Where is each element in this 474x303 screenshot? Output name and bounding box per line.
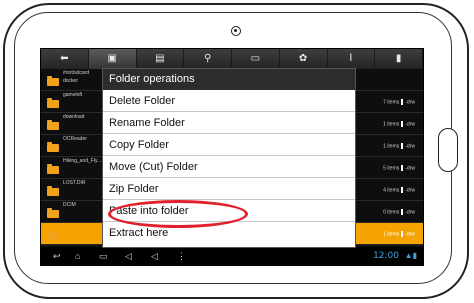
tool-icon: Ⅰ xyxy=(349,53,353,64)
image-icon: ▭ xyxy=(250,53,261,64)
item-count: 1 items xyxy=(383,143,400,150)
usb-icon: ⚲ xyxy=(203,53,212,64)
folder-icon xyxy=(47,186,59,196)
folder-icon xyxy=(47,142,59,152)
volume-up-icon[interactable]: ◁ xyxy=(151,250,158,262)
permissions: -drw xyxy=(405,99,415,106)
recent-apps-icon[interactable]: ▭ xyxy=(99,250,108,262)
folder-name: download xyxy=(63,114,85,120)
permissions: -drw xyxy=(405,231,415,238)
menu-icon[interactable]: ⋮ xyxy=(177,250,186,262)
folder-meta: 1 items -drw xyxy=(383,121,415,127)
back-arrow-icon: ⬅ xyxy=(60,53,69,64)
system-status-bar: ↩ ⌂ ▭ ◁ ◁ ⋮ 12:00 ▲▮ xyxy=(41,247,423,265)
folder-icon xyxy=(47,164,59,174)
permissions: -drw xyxy=(405,143,415,150)
folder-icon xyxy=(47,120,59,130)
folder-name: Hiking_and_Fly... xyxy=(63,158,102,164)
item-count: 5 items xyxy=(383,165,400,172)
permissions: -drw xyxy=(405,121,415,128)
path-label: /mnt/sdcard xyxy=(63,70,90,76)
item-count: 4 items xyxy=(383,187,400,194)
camera-icon xyxy=(231,26,241,36)
document-icon: ▤ xyxy=(155,53,165,64)
images-button[interactable]: ▭ xyxy=(232,49,280,69)
copy-folder-option[interactable]: Copy Folder xyxy=(103,134,355,156)
folder-name: gameloft xyxy=(63,92,83,98)
zip-folder-option[interactable]: Zip Folder xyxy=(103,178,355,200)
item-count: 1 items xyxy=(383,121,400,128)
item-count: 1 items xyxy=(383,231,400,238)
highlight-circle xyxy=(108,200,248,228)
folder-name: LOST.DIR xyxy=(63,180,86,186)
tools-button[interactable]: Ⅰ xyxy=(327,49,376,69)
volume-down-icon[interactable]: ◁ xyxy=(125,250,132,262)
hardware-home-button[interactable] xyxy=(438,128,458,172)
folder-meta: 1 items -drw xyxy=(383,231,415,237)
permissions: -drw xyxy=(405,165,415,172)
folder-meta: 7 items -drw xyxy=(383,99,415,105)
videos-button[interactable]: ✿ xyxy=(279,49,328,69)
folder-meta: 0 items -drw xyxy=(383,209,415,215)
sd-card-icon: ▣ xyxy=(107,53,117,64)
clipboard-icon: ▮ xyxy=(395,53,402,64)
back-button[interactable]: ⬅ xyxy=(41,49,89,69)
move-folder-option[interactable]: Move (Cut) Folder xyxy=(103,156,355,178)
folder-icon xyxy=(47,208,59,218)
film-reel-icon: ✿ xyxy=(298,53,308,64)
folder-icon xyxy=(47,98,59,108)
folder-meta: 1 items -drw xyxy=(383,143,415,149)
folder-name: docker xyxy=(63,78,79,84)
signal-icon: ▲▮ xyxy=(404,251,417,260)
dialog-title: Folder operations xyxy=(103,69,355,90)
back-icon[interactable]: ↩ xyxy=(53,250,61,262)
delete-folder-option[interactable]: Delete Folder xyxy=(103,90,355,112)
folder-meta: 4 items -drw xyxy=(383,187,415,193)
file-manager-toolbar: ⬅ ▣ ▤ ⚲ ▭ ✿ Ⅰ ▮ xyxy=(41,49,423,69)
item-count: 7 items xyxy=(383,99,400,106)
folder-icon xyxy=(47,230,59,240)
documents-button[interactable]: ▤ xyxy=(136,49,185,69)
permissions: -drw xyxy=(405,187,415,194)
folder-name: OCReader xyxy=(63,136,87,142)
sd-card-button[interactable]: ▣ xyxy=(88,49,137,69)
item-count: 0 items xyxy=(383,209,400,216)
folder-icon xyxy=(47,76,59,86)
usb-button[interactable]: ⚲ xyxy=(184,49,232,69)
folder-name: DCIM xyxy=(63,202,76,208)
clipboard-button[interactable]: ▮ xyxy=(375,49,423,69)
permissions: -drw xyxy=(405,209,415,216)
rename-folder-option[interactable]: Rename Folder xyxy=(103,112,355,134)
folder-meta: 5 items -drw xyxy=(383,165,415,171)
home-icon[interactable]: ⌂ xyxy=(75,250,80,262)
clock: 12:00 xyxy=(373,251,399,261)
